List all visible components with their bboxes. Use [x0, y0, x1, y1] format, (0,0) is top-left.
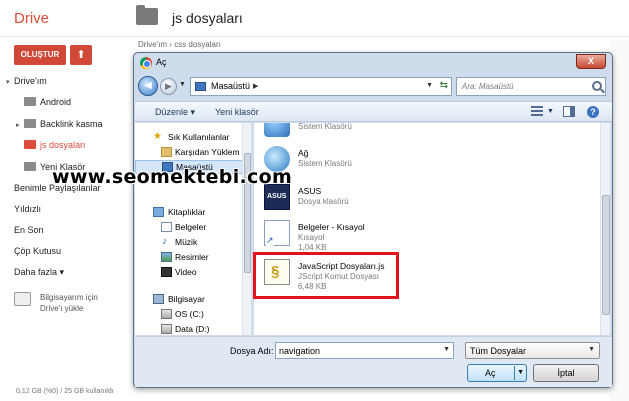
- desktop-icon: [195, 82, 206, 91]
- address-box[interactable]: Masaüstü ▶ ▼ ⇆: [190, 77, 452, 96]
- filetype-select[interactable]: Tüm Dosyalar ▼: [465, 342, 600, 359]
- address-chevron-icon[interactable]: ▶: [253, 82, 258, 90]
- file-list: Sistem Klasörü Ağ Sistem Klasörü ASUS AS…: [254, 123, 610, 335]
- navigation-pane: ★ Sık Kullanılanlar Karşıdan Yüklem Masaü…: [135, 123, 252, 335]
- list-item[interactable]: ASUS ASUS Dosya klasörü: [254, 182, 484, 222]
- page-title: js dosyaları: [172, 10, 243, 26]
- drive-logo[interactable]: Drive: [14, 10, 49, 27]
- chevron-down-icon: ▾: [190, 107, 196, 117]
- chrome-icon: [140, 57, 152, 69]
- folder-icon: [24, 162, 36, 171]
- nav-item-starred[interactable]: Yıldızlı: [14, 204, 41, 214]
- filetype-value: Tüm Dosyalar: [470, 346, 527, 356]
- install-drive-link[interactable]: Bilgisayarım için Drive'ı yükle: [40, 292, 98, 314]
- search-input[interactable]: Ara: Masaüstü: [456, 77, 606, 96]
- preview-pane-icon[interactable]: [563, 106, 575, 117]
- nav-item-backlink[interactable]: ▸ Backlink kasma: [16, 119, 103, 129]
- close-button[interactable]: X: [576, 54, 606, 69]
- search-placeholder: Ara: Masaüstü: [462, 82, 514, 91]
- open-button[interactable]: Aç ▼: [467, 364, 527, 382]
- computer-icon: [153, 294, 164, 304]
- nav-item-recent[interactable]: En Son: [14, 225, 44, 235]
- watermark: www.seomektebi.com: [52, 166, 293, 188]
- expand-triangle-icon[interactable]: ▸: [16, 121, 24, 129]
- help-icon[interactable]: ?: [587, 106, 599, 118]
- forward-arrow-icon: ▶: [165, 81, 172, 91]
- nav-item-trash[interactable]: Çöp Kutusu: [14, 246, 61, 256]
- video-icon: [161, 267, 172, 277]
- view-dropdown-icon[interactable]: ▼: [547, 108, 554, 115]
- nav-item-my-drive[interactable]: ▾ Drive'ım: [6, 76, 47, 86]
- upload-icon: ⬆: [76, 49, 86, 61]
- nav-item-js-files[interactable]: js dosyaları: [24, 140, 86, 150]
- collapse-triangle-icon[interactable]: ▾: [6, 78, 14, 86]
- chevron-down-icon: ▾: [59, 267, 65, 277]
- organize-button[interactable]: Düzenle ▾: [155, 107, 195, 118]
- dialog-titlebar[interactable]: Aç X: [134, 53, 612, 73]
- back-arrow-icon: ◀: [144, 80, 152, 91]
- filename-input[interactable]: navigation ▼: [275, 342, 454, 359]
- star-icon: ★: [153, 131, 162, 142]
- view-options-icon[interactable]: [531, 106, 543, 117]
- folder-icon: [24, 140, 36, 149]
- storage-usage: 0,12 GB (%0) / 25 GB kullanıldı: [16, 388, 114, 395]
- folder-icon: [161, 147, 172, 157]
- nav-item-android[interactable]: Android: [24, 97, 71, 107]
- file-list-scroll-thumb[interactable]: [602, 195, 610, 315]
- open-file-dialog: Aç X ◀ ▶ ▼ Masaüstü ▶ ▼ ⇆ Ara: Masaüstü …: [133, 52, 613, 388]
- cancel-button[interactable]: İptal: [533, 364, 599, 382]
- history-dropdown[interactable]: ▼: [179, 81, 186, 88]
- open-dropdown-icon[interactable]: ▼: [517, 369, 524, 376]
- file-list-scrollbar[interactable]: [600, 123, 610, 335]
- open-button-split: [514, 366, 515, 380]
- chevron-down-icon: ▼: [588, 346, 595, 353]
- library-icon: [153, 207, 164, 217]
- dialog-footer: Dosya Adı: navigation ▼ Tüm Dosyalar ▼ A…: [135, 336, 612, 387]
- topbar-divider: [0, 36, 629, 37]
- music-icon: ♪: [162, 236, 167, 247]
- filename-dropdown-icon[interactable]: ▼: [443, 346, 450, 353]
- shortcut-icon: [264, 220, 290, 246]
- sidebar-scrollbar[interactable]: [242, 123, 251, 335]
- picture-icon: [161, 252, 172, 262]
- drive-icon: [161, 324, 172, 334]
- search-icon[interactable]: [592, 81, 602, 91]
- address-bar: ◀ ▶ ▼ Masaüstü ▶ ▼ ⇆ Ara: Masaüstü: [138, 75, 608, 99]
- address-text: Masaüstü: [211, 81, 251, 91]
- highlight-box: [253, 252, 399, 299]
- folder-icon-header: [136, 5, 158, 25]
- folder-icon: [24, 97, 36, 106]
- create-button[interactable]: OLUŞTUR: [14, 45, 66, 65]
- breadcrumb[interactable]: Drive'ım › css dosyaları: [138, 40, 221, 49]
- dialog-title: Aç: [156, 57, 167, 67]
- computer-sync-icon: [14, 292, 31, 306]
- folder-icon: [24, 119, 36, 128]
- refresh-button[interactable]: ⇆: [440, 80, 448, 91]
- drive-icon: [161, 309, 172, 319]
- address-dropdown-icon[interactable]: ▼: [426, 82, 433, 89]
- nav-item-more[interactable]: Daha fazla ▾: [14, 267, 64, 278]
- filename-label: Dosya Adı:: [230, 346, 274, 356]
- forward-button[interactable]: ▶: [160, 78, 177, 95]
- system-folder-icon: [264, 123, 290, 137]
- back-button[interactable]: ◀: [138, 76, 158, 96]
- dialog-toolbar: Düzenle ▾ Yeni klasör ▼ ?: [135, 101, 612, 122]
- filename-value: navigation: [279, 346, 321, 356]
- document-icon: [161, 222, 172, 232]
- new-folder-button[interactable]: Yeni klasör: [215, 107, 259, 117]
- open-button-label: Aç: [485, 368, 496, 378]
- upload-button[interactable]: ⬆: [70, 45, 92, 65]
